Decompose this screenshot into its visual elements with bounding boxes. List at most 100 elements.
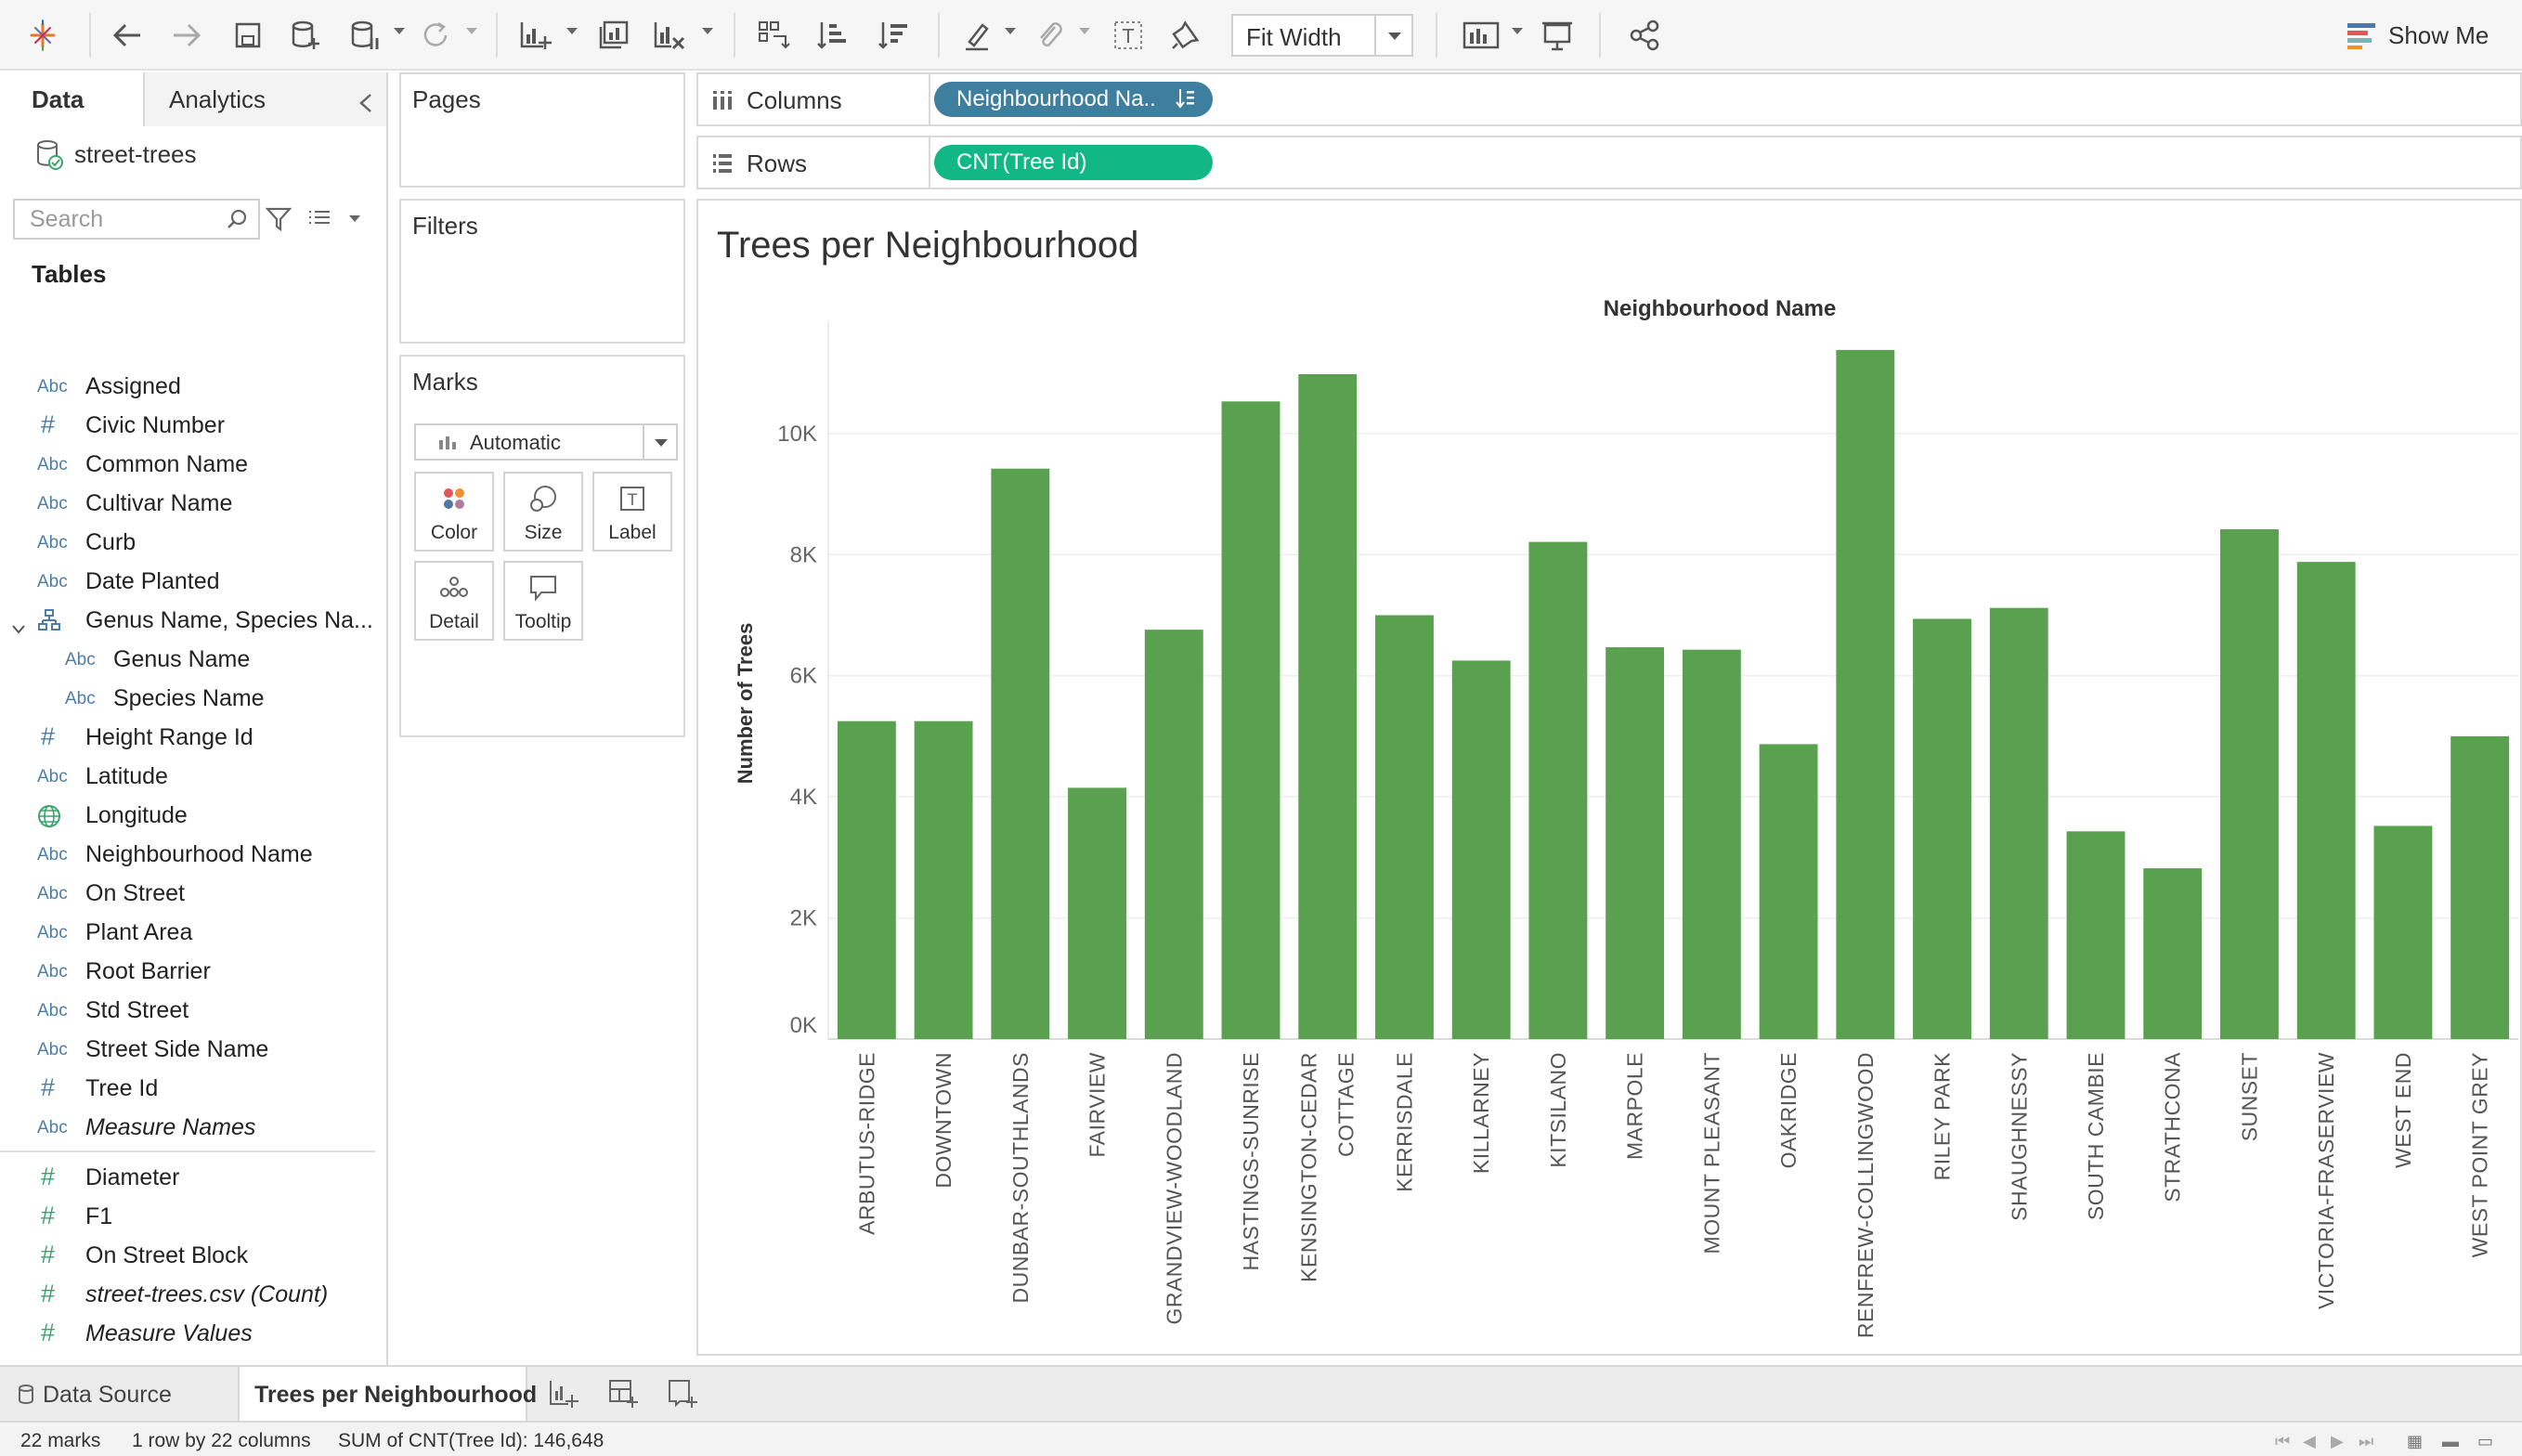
bar[interactable] [1375, 615, 1434, 1039]
bar[interactable] [1836, 349, 1895, 1039]
clear-sheet-dropdown-icon[interactable] [702, 28, 713, 34]
field-item[interactable]: Abc Neighbourhood Name [0, 836, 386, 875]
field-item[interactable]: Genus Name, Species Na... [0, 602, 386, 641]
field-item[interactable]: Abc On Street [0, 875, 386, 914]
tooltip-button[interactable]: Tooltip [503, 561, 583, 641]
bar[interactable] [1913, 618, 1971, 1039]
next-page-icon[interactable]: ▶ [2331, 1432, 2344, 1451]
field-item[interactable]: Longitude [0, 797, 386, 836]
new-story-tab-icon[interactable] [667, 1378, 700, 1411]
tab-analytics[interactable]: Analytics [143, 72, 386, 126]
field-item[interactable]: Abc Common Name [0, 446, 386, 485]
measure-item[interactable]: # On Street Block [0, 1237, 386, 1276]
field-item[interactable]: # Height Range Id [0, 719, 386, 758]
undo-icon[interactable] [106, 17, 149, 54]
size-button[interactable]: Size [503, 472, 583, 552]
label-button[interactable]: T Label [592, 472, 672, 552]
color-button[interactable]: Color [414, 472, 494, 552]
tableau-logo-icon[interactable] [24, 17, 61, 54]
pin-axes-icon[interactable] [1164, 17, 1207, 54]
tab-data-source[interactable]: Data Source [13, 1367, 172, 1421]
bar[interactable] [1221, 401, 1280, 1039]
bar[interactable] [1528, 541, 1588, 1039]
share-icon[interactable] [1623, 17, 1666, 54]
bar[interactable] [2066, 831, 2126, 1039]
rows-shelf[interactable]: Rows CNT(Tree Id) [696, 136, 2522, 189]
bar[interactable] [2373, 826, 2433, 1039]
bar[interactable] [1682, 649, 1741, 1039]
last-page-icon[interactable]: ⏭ [2359, 1432, 2373, 1451]
chevron-down-icon[interactable] [11, 615, 26, 642]
collapse-pane-icon[interactable] [358, 89, 373, 121]
bar[interactable] [1989, 607, 2048, 1039]
sort-ascending-icon[interactable] [1176, 87, 1196, 115]
rows-pill[interactable]: CNT(Tree Id) [934, 145, 1213, 180]
filter-fields-icon[interactable] [265, 206, 292, 237]
field-item[interactable]: # Tree Id [0, 1070, 386, 1109]
bar[interactable] [1451, 660, 1511, 1039]
columns-pill[interactable]: Neighbourhood Na.. [934, 82, 1213, 117]
field-item[interactable]: # Civic Number [0, 407, 386, 446]
cards-dropdown-icon[interactable] [1512, 28, 1523, 34]
field-item[interactable]: Abc Species Name [0, 680, 386, 719]
view-options-icon[interactable] [306, 206, 332, 237]
tab-data[interactable]: Data [0, 72, 143, 128]
new-worksheet-dropdown-icon[interactable] [566, 28, 578, 34]
measure-item[interactable]: # street-trees.csv (Count) [0, 1276, 386, 1315]
clear-sheet-icon[interactable] [648, 17, 691, 54]
group-members-icon[interactable] [1029, 17, 1072, 54]
field-item[interactable]: Abc Street Side Name [0, 1031, 386, 1070]
bar[interactable] [1144, 630, 1203, 1039]
bar[interactable] [2296, 562, 2356, 1039]
previous-page-icon[interactable]: ◀ [2303, 1432, 2316, 1451]
field-search-input[interactable]: Search [13, 199, 260, 240]
bar[interactable] [2143, 868, 2203, 1039]
save-icon[interactable] [227, 17, 269, 54]
filters-card[interactable]: Filters [399, 199, 685, 344]
first-page-icon[interactable]: ⏮ [2275, 1432, 2290, 1451]
field-item[interactable]: Abc Std Street [0, 992, 386, 1031]
filmstrip-icon[interactable]: ▬ [2442, 1432, 2459, 1451]
sort-ascending-icon[interactable] [812, 17, 854, 54]
measure-item[interactable]: # F1 [0, 1198, 386, 1237]
pause-dropdown-icon[interactable] [394, 28, 405, 34]
field-item[interactable]: Abc Date Planted [0, 563, 386, 602]
presentation-mode-icon[interactable] [1536, 17, 1579, 54]
tabs-view-icon[interactable]: ▭ [2477, 1432, 2493, 1451]
detail-button[interactable]: Detail [414, 561, 494, 641]
highlight-dropdown-icon[interactable] [1005, 28, 1016, 34]
field-item[interactable]: Abc Assigned [0, 368, 386, 407]
bar[interactable] [1606, 647, 1665, 1039]
group-dropdown-icon[interactable] [1079, 28, 1090, 34]
show-hide-cards-icon[interactable] [1460, 17, 1502, 54]
datasource-item[interactable]: street-trees [35, 136, 197, 173]
new-dashboard-tab-icon[interactable] [607, 1378, 641, 1411]
measure-item[interactable]: # Measure Values [0, 1315, 386, 1354]
refresh-dropdown-icon[interactable] [466, 28, 477, 34]
tab-trees-per-neighbourhood[interactable]: Trees per Neighbourhood [238, 1367, 537, 1421]
new-worksheet-icon[interactable] [514, 17, 557, 54]
refresh-icon[interactable] [414, 17, 457, 54]
field-item[interactable]: Abc Cultivar Name [0, 485, 386, 524]
highlight-icon[interactable] [956, 17, 999, 54]
field-item[interactable]: Abc Measure Names [0, 1109, 386, 1148]
pause-auto-updates-icon[interactable] [344, 17, 386, 54]
field-item[interactable]: Abc Curb [0, 524, 386, 563]
show-mark-labels-icon[interactable]: T [1107, 17, 1150, 54]
bar[interactable] [2220, 528, 2279, 1039]
view-options-dropdown-icon[interactable] [349, 215, 360, 222]
bar[interactable] [2450, 735, 2510, 1039]
bar[interactable] [1298, 373, 1358, 1039]
duplicate-sheet-icon[interactable] [592, 17, 635, 54]
redo-icon[interactable] [165, 17, 208, 54]
mark-type-dropdown-arrow-icon[interactable] [643, 425, 676, 459]
field-item[interactable]: Abc Genus Name [0, 641, 386, 680]
fit-dropdown[interactable]: Fit Width [1231, 14, 1413, 57]
sort-descending-icon[interactable] [873, 17, 916, 54]
pages-card[interactable]: Pages [399, 72, 685, 188]
bar[interactable] [837, 721, 896, 1039]
bar[interactable] [991, 468, 1050, 1040]
show-me-button[interactable]: Show Me [2346, 17, 2489, 54]
swap-rows-columns-icon[interactable] [752, 17, 795, 54]
new-worksheet-tab-icon[interactable] [548, 1378, 581, 1411]
